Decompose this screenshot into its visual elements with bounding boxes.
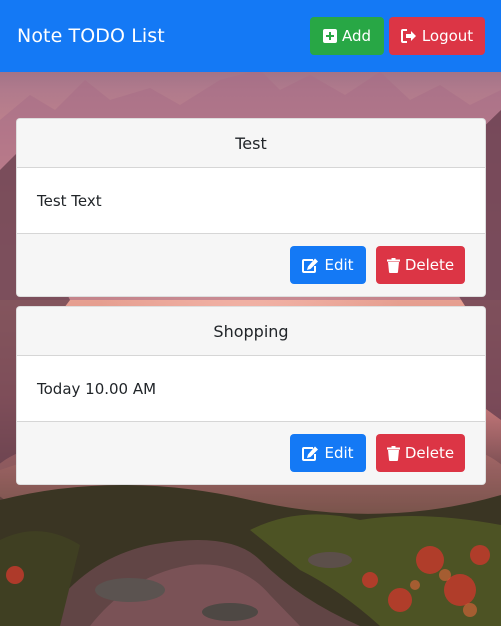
edit-button[interactable]: Edit (290, 246, 366, 284)
edit-icon (302, 446, 319, 461)
trash-icon (386, 257, 400, 273)
add-label: Add (341, 27, 372, 45)
edit-label: Edit (324, 256, 354, 274)
plus-square-icon (322, 29, 337, 43)
note-actions: Edit Delete (17, 233, 485, 296)
note-actions: Edit Delete (17, 421, 485, 484)
logout-label: Logout (421, 27, 474, 45)
delete-button[interactable]: Delete (376, 434, 465, 472)
note-card: Test Test Text Edit Delete (16, 118, 486, 297)
edit-button[interactable]: Edit (290, 434, 366, 472)
note-text: Today 10.00 AM (37, 379, 157, 398)
trash-icon (386, 445, 400, 461)
note-title: Shopping (17, 307, 485, 356)
note-card: Shopping Today 10.00 AM Edit Delete (16, 306, 486, 485)
delete-button[interactable]: Delete (376, 246, 465, 284)
edit-label: Edit (324, 444, 354, 462)
note-text: Test Text (37, 191, 102, 210)
edit-icon (302, 258, 319, 273)
sign-out-icon (400, 29, 417, 43)
navbar: Note TODO List Add Logout (0, 0, 501, 72)
logout-button[interactable]: Logout (389, 17, 485, 55)
delete-label: Delete (404, 444, 455, 462)
brand-title[interactable]: Note TODO List (17, 25, 310, 47)
add-button[interactable]: Add (310, 17, 384, 55)
delete-label: Delete (404, 256, 455, 274)
note-title: Test (17, 119, 485, 168)
